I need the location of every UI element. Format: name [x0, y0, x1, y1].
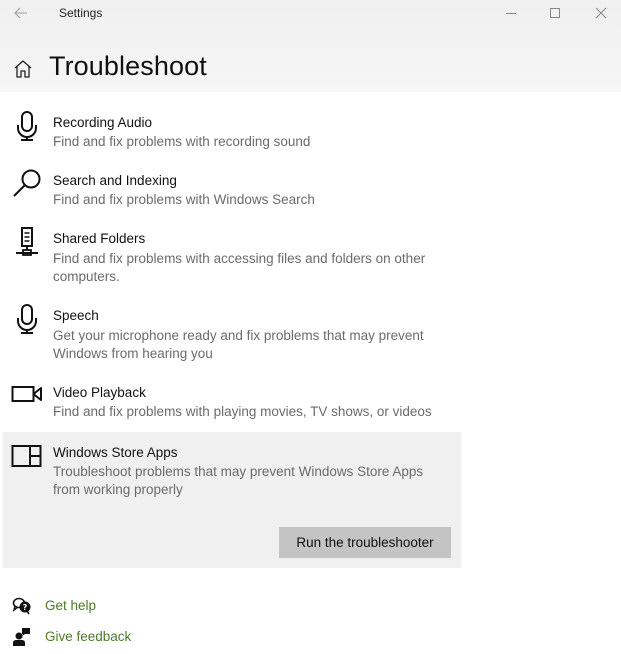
maximize-button[interactable] — [532, 0, 578, 26]
title-bar: Settings — [0, 0, 621, 28]
home-button[interactable] — [12, 58, 34, 80]
arrow-left-icon — [14, 7, 27, 19]
maximize-icon — [550, 8, 560, 18]
troubleshooter-list: Recording Audio Find and fix problems wi… — [3, 104, 461, 568]
get-help-label[interactable]: Get help — [45, 598, 96, 613]
microphone-icon — [17, 111, 37, 141]
troubleshooter-windows-store-apps[interactable]: Windows Store Apps Troubleshoot problems… — [3, 432, 461, 568]
item-title: Shared Folders — [53, 231, 146, 246]
troubleshooter-recording-audio[interactable]: Recording Audio Find and fix problems wi… — [3, 104, 461, 162]
item-description: Find and fix problems with Windows Searc… — [53, 192, 315, 207]
minimize-button[interactable] — [488, 0, 534, 26]
page-title: Troubleshoot — [49, 51, 207, 81]
svg-text:?: ? — [23, 603, 28, 612]
item-description: Find and fix problems with accessing fil… — [53, 251, 426, 284]
give-feedback-link[interactable]: Give feedback — [0, 625, 200, 649]
back-button[interactable] — [8, 2, 34, 24]
item-description: Get your microphone ready and fix proble… — [53, 328, 424, 361]
get-help-link[interactable]: ? Get help — [0, 594, 200, 618]
item-description: Troubleshoot problems that may prevent W… — [53, 464, 424, 497]
item-title: Recording Audio — [53, 115, 153, 130]
item-title: Speech — [53, 308, 99, 323]
microphone-icon — [17, 304, 37, 334]
run-troubleshooter-button[interactable]: Run the troubleshooter — [279, 527, 451, 558]
item-title: Windows Store Apps — [53, 445, 178, 460]
help-chat-icon: ? — [12, 597, 31, 615]
item-title: Search and Indexing — [53, 173, 177, 188]
video-camera-icon — [11, 386, 42, 402]
close-button[interactable] — [578, 0, 621, 26]
troubleshooter-shared-folders[interactable]: Shared Folders Find and fix problems wit… — [3, 220, 461, 297]
item-title: Video Playback — [53, 385, 146, 400]
troubleshooter-speech[interactable]: Speech Get your microphone ready and fix… — [3, 297, 461, 374]
item-description: Find and fix problems with recording sou… — [53, 134, 311, 149]
give-feedback-label[interactable]: Give feedback — [45, 629, 131, 644]
home-icon — [14, 60, 32, 78]
page-header: Troubleshoot — [0, 48, 621, 88]
store-apps-icon — [11, 445, 42, 467]
troubleshooter-search-indexing[interactable]: Search and Indexing Find and fix problem… — [3, 162, 461, 220]
search-icon — [13, 169, 41, 197]
app-title: Settings — [59, 6, 103, 20]
minimize-icon — [506, 13, 516, 14]
network-server-icon — [16, 227, 38, 256]
feedback-icon — [13, 628, 30, 646]
troubleshooter-video-playback[interactable]: Video Playback Find and fix problems wit… — [3, 374, 461, 432]
close-icon — [595, 7, 607, 19]
item-description: Find and fix problems with playing movie… — [53, 404, 432, 419]
